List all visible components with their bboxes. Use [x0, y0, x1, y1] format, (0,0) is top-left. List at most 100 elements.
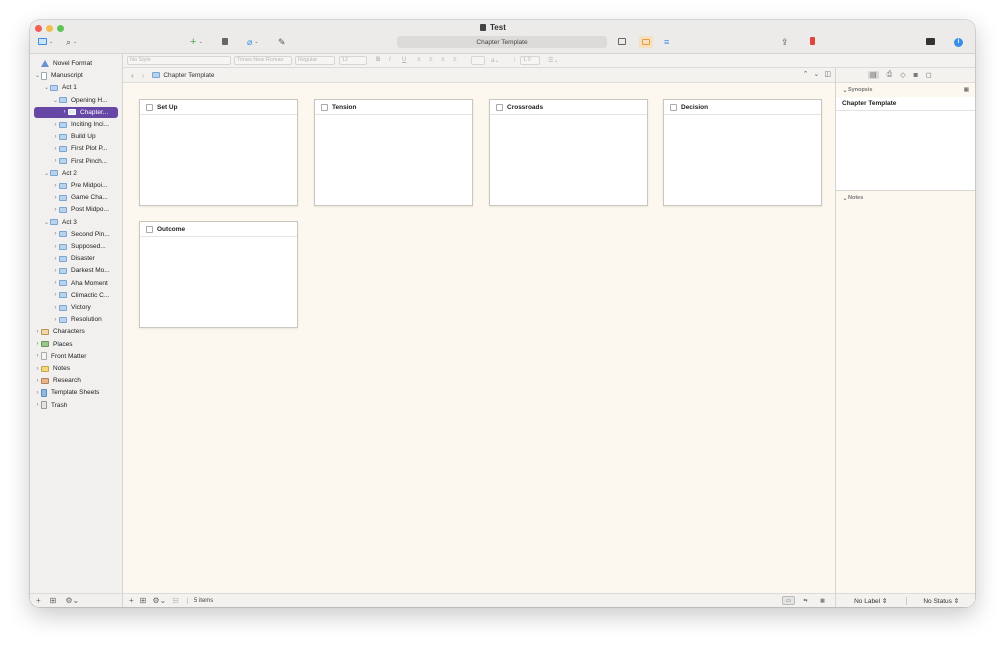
chevron-right-icon[interactable]: › [34, 366, 41, 372]
align-center-button[interactable]: ≡ [429, 57, 433, 63]
synopsis-title-field[interactable]: Chapter Template [836, 97, 975, 111]
sidebar-item[interactable]: › Chapter... [34, 106, 118, 118]
card-options-button[interactable]: ⚙⌄ [152, 596, 166, 605]
synopsis-text-area[interactable] [836, 111, 975, 191]
sidebar-item[interactable]: › Disaster [34, 253, 118, 264]
chevron-right-icon[interactable]: › [52, 207, 59, 213]
sidebar-item[interactable]: › Game Cha... [34, 192, 118, 203]
line-spacing-select[interactable]: 1.0 [520, 56, 540, 65]
bookmark-button[interactable] [810, 36, 815, 48]
sidebar-item[interactable]: › Aha Moment [34, 278, 118, 289]
font-family-select[interactable]: Times New Roman [234, 56, 292, 65]
sidebar-item[interactable]: › Template Sheets [34, 387, 118, 398]
sidebar-item[interactable]: › Notes [34, 363, 118, 374]
card-title[interactable]: Crossroads [507, 104, 543, 111]
sidebar-item[interactable]: › Places [34, 339, 118, 350]
card-checkbox[interactable] [146, 225, 153, 233]
sidebar-item[interactable]: › Supposed... [34, 241, 118, 252]
chevron-right-icon[interactable]: › [52, 158, 59, 164]
chevron-right-icon[interactable]: › [52, 256, 59, 262]
chevron-right-icon[interactable]: › [52, 268, 59, 274]
sidebar-item[interactable]: › Research [34, 375, 118, 386]
back-button[interactable]: ‹ [131, 71, 134, 80]
chevron-right-icon[interactable]: › [61, 109, 68, 115]
grid-layout-button[interactable]: ▦ [816, 596, 829, 605]
chevron-right-icon[interactable]: › [34, 378, 41, 384]
chevron-right-icon[interactable]: › [52, 183, 59, 189]
split-editor-button[interactable]: ◫ [824, 70, 831, 78]
card-title[interactable]: Outcome [157, 226, 185, 233]
list-button[interactable]: ☰⌄ [548, 57, 558, 64]
sidebar-item[interactable]: Novel Format [34, 58, 118, 69]
index-card[interactable]: Set Up [139, 99, 298, 206]
document-title-field[interactable]: Chapter Template [397, 36, 607, 48]
chevron-right-icon[interactable]: › [34, 353, 41, 359]
highlight-button[interactable]: a⌄ [491, 57, 499, 64]
label-select[interactable]: No Label ⇕ [836, 597, 906, 605]
sidebar-item[interactable]: › Front Matter [34, 351, 118, 362]
sidebar-item[interactable]: › Pre Midpoi... [34, 180, 118, 191]
chevron-right-icon[interactable]: › [34, 341, 41, 347]
italic-button[interactable]: I [389, 57, 391, 63]
add-button[interactable]: + ⌄ [190, 36, 203, 48]
sidebar-item[interactable]: › Second Pin... [34, 229, 118, 240]
tab-notes[interactable]: ▤ [868, 71, 879, 79]
font-size-field[interactable]: 12 [339, 56, 367, 65]
sidebar-item[interactable]: › Victory [34, 302, 118, 313]
synopsis-header[interactable]: ⌄ Synopsis ▣ [836, 83, 975, 97]
chevron-down-icon[interactable]: ⌄ [34, 72, 41, 79]
sidebar-item[interactable]: › First Plot P... [34, 143, 118, 154]
status-select[interactable]: No Status ⇕ [905, 596, 976, 605]
add-folder-button[interactable]: ⊞ [50, 596, 57, 605]
tab-metadata[interactable]: ◇ [900, 71, 905, 79]
notes-header[interactable]: ⌄ Notes [836, 191, 975, 205]
image-icon[interactable]: ▣ [964, 87, 969, 93]
chevron-down-icon[interactable]: ⌄ [43, 170, 50, 177]
chevron-right-icon[interactable]: › [52, 292, 59, 298]
compose-button[interactable]: ✎ [278, 36, 286, 48]
sidebar-item[interactable]: › Trash [34, 400, 118, 411]
tab-comments[interactable]: ◻ [926, 71, 932, 79]
breadcrumb[interactable]: Chapter Template [163, 72, 214, 79]
sidebar-item[interactable]: › Post Midpo... [34, 204, 118, 215]
next-document-button[interactable]: ⌄ [814, 70, 820, 78]
card-checkbox[interactable] [146, 103, 153, 111]
card-checkbox[interactable] [670, 103, 677, 111]
compile-button[interactable] [926, 36, 935, 48]
tab-snapshots[interactable]: ◙ [914, 72, 918, 79]
align-justify-button[interactable]: ≡ [453, 57, 457, 63]
sidebar-item[interactable]: › Resolution [34, 314, 118, 325]
font-weight-select[interactable]: Regular [295, 56, 335, 65]
tab-bookmarks[interactable]: ⎙ [887, 71, 893, 79]
card-checkbox[interactable] [496, 103, 503, 111]
add-item-button[interactable]: + [36, 596, 41, 605]
paragraph-style-select[interactable]: No Style [127, 56, 231, 65]
close-window-button[interactable] [35, 25, 42, 32]
chevron-right-icon[interactable]: › [52, 122, 59, 128]
corkboard-view-button[interactable] [618, 36, 626, 48]
chevron-down-icon[interactable]: ⌄ [52, 97, 59, 104]
attach-button[interactable]: ⌀ ⌄ [247, 36, 259, 48]
add-folder-button[interactable]: ⊞ [140, 596, 147, 605]
index-card[interactable]: Tension [314, 99, 473, 206]
chevron-down-icon[interactable]: ⌄ [43, 84, 50, 91]
link-view-button[interactable]: ⇆ [799, 596, 812, 605]
chevron-right-icon[interactable]: › [52, 146, 59, 152]
sidebar-item[interactable]: ⌄ Manuscript [34, 70, 118, 81]
previous-document-button[interactable]: ⌃ [803, 70, 809, 78]
sidebar-item[interactable]: › Build Up [34, 131, 118, 142]
inspector-toggle-button[interactable]: i [954, 36, 963, 48]
minimize-window-button[interactable] [46, 25, 53, 32]
card-view-button[interactable]: ▭ [782, 596, 795, 605]
chevron-right-icon[interactable]: › [52, 244, 59, 250]
underline-button[interactable]: U [402, 57, 406, 63]
index-card[interactable]: Decision [663, 99, 822, 206]
zoom-window-button[interactable] [57, 25, 64, 32]
card-title[interactable]: Set Up [157, 104, 178, 111]
outline-view-button[interactable]: ≡ [664, 36, 669, 48]
sidebar-item[interactable]: › First Pinch... [34, 156, 118, 167]
index-card[interactable]: Crossroads [489, 99, 648, 206]
forward-button[interactable]: › [142, 71, 145, 80]
sidebar-item[interactable]: ⌄ Act 3 [34, 217, 118, 228]
chevron-down-icon[interactable]: ⌄ [43, 219, 50, 226]
